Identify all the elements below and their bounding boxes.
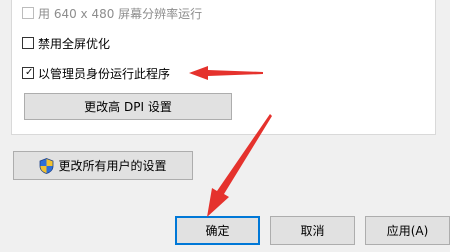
option-640x480[interactable]: 用 640 x 480 屏幕分辨率运行 (22, 5, 202, 21)
checkbox-run-as-admin[interactable]: ✓ (22, 67, 34, 79)
ok-button[interactable]: 确定 (175, 216, 260, 245)
checkbox-disable-fullscreen-optimization[interactable] (22, 37, 34, 49)
apply-label: 应用(A) (386, 224, 429, 238)
change-all-users-settings-button[interactable]: 更改所有用户的设置 (13, 151, 193, 180)
change-high-dpi-label: 更改高 DPI 设置 (84, 100, 172, 114)
option-run-as-admin[interactable]: ✓ 以管理员身份运行此程序 (22, 65, 170, 81)
option-disable-fullscreen-optimization[interactable]: 禁用全屏优化 (22, 35, 110, 51)
apply-button[interactable]: 应用(A) (365, 216, 450, 245)
checkmark-icon: ✓ (25, 67, 34, 78)
uac-shield-icon (40, 157, 54, 174)
cancel-button[interactable]: 取消 (270, 216, 355, 245)
cancel-label: 取消 (300, 224, 325, 238)
change-high-dpi-button[interactable]: 更改高 DPI 设置 (24, 93, 232, 120)
option-640x480-label: 用 640 x 480 屏幕分辨率运行 (38, 6, 203, 21)
checkbox-640x480[interactable] (22, 7, 34, 19)
option-run-as-admin-label: 以管理员身份运行此程序 (38, 66, 171, 81)
option-disable-fullscreen-optimization-label: 禁用全屏优化 (38, 36, 111, 51)
change-all-users-settings-label: 更改所有用户的设置 (58, 159, 167, 173)
ok-label: 确定 (205, 224, 230, 238)
